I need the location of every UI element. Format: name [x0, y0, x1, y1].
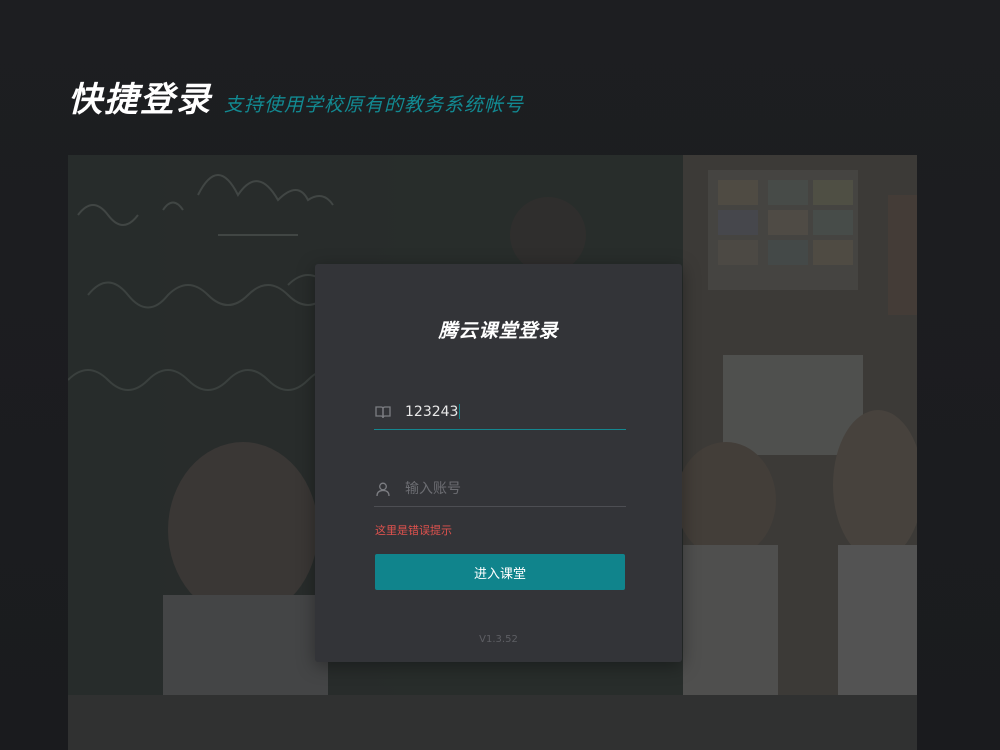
user-icon	[374, 480, 392, 498]
page-subtitle: 支持使用学校原有的教务系统帐号	[224, 94, 525, 116]
school-code-input[interactable]	[405, 404, 605, 420]
account-field[interactable]	[374, 472, 626, 507]
error-message: 这里是错误提示	[375, 524, 452, 537]
page-header: 快捷登录 支持使用学校原有的教务系统帐号	[68, 72, 524, 121]
login-title: 腾云课堂登录	[438, 320, 559, 342]
login-page: 快捷登录 支持使用学校原有的教务系统帐号 腾云课堂登录 123243 输入账号 …	[0, 0, 1000, 750]
page-title: 快捷登录	[68, 80, 212, 120]
book-icon	[374, 403, 392, 421]
text-cursor	[459, 404, 460, 419]
school-code-field[interactable]	[374, 395, 626, 430]
version-label: V1.3.52	[479, 634, 518, 645]
enter-classroom-button[interactable]: 进入课堂	[375, 554, 625, 590]
login-card: 腾云课堂登录 这里是错误提示 进入课堂 V1.3.52	[315, 264, 682, 662]
account-input[interactable]	[405, 481, 605, 497]
